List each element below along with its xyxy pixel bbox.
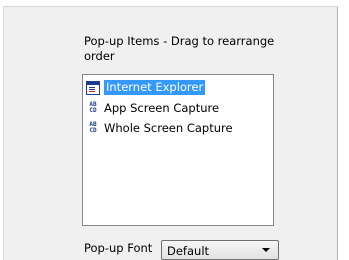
popup-font-select[interactable]: Default xyxy=(161,240,279,260)
abcd-icon: AB CD xyxy=(89,120,97,134)
internet-explorer-icon xyxy=(86,81,100,95)
list-item-label: App Screen Capture xyxy=(104,100,220,115)
popup-items-title: Pop-up Items - Drag to rearrange order xyxy=(84,34,275,63)
list-item-whole-screen-capture[interactable]: AB CD Whole Screen Capture xyxy=(86,119,233,136)
list-item-label: Whole Screen Capture xyxy=(104,120,233,135)
popup-font-value: Default xyxy=(167,244,210,258)
abcd-icon: AB CD xyxy=(89,100,97,114)
popup-items-list[interactable]: Internet Explorer AB CD App Screen Captur… xyxy=(82,74,274,226)
chevron-down-icon xyxy=(262,248,270,252)
list-item-internet-explorer[interactable]: Internet Explorer xyxy=(86,79,206,96)
list-item-label: Internet Explorer xyxy=(104,80,206,95)
settings-panel: Pop-up Items - Drag to rearrange order I… xyxy=(3,6,338,260)
popup-font-label: Pop-up Font xyxy=(84,241,153,255)
list-item-app-screen-capture[interactable]: AB CD App Screen Capture xyxy=(86,99,219,116)
